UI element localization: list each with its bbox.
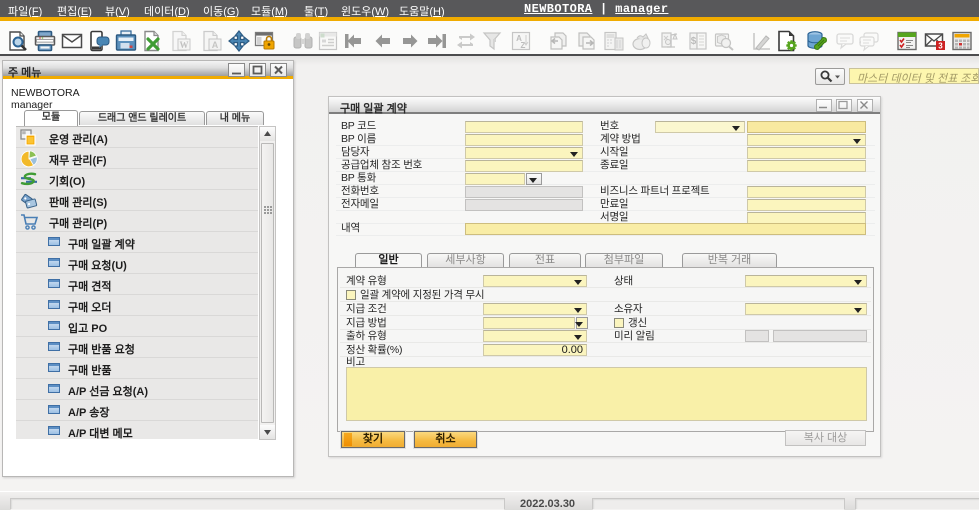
svg-text:A: A xyxy=(212,40,219,50)
svg-text:3: 3 xyxy=(938,42,943,51)
svg-text:$: $ xyxy=(691,36,697,47)
svg-text:W: W xyxy=(180,40,189,50)
